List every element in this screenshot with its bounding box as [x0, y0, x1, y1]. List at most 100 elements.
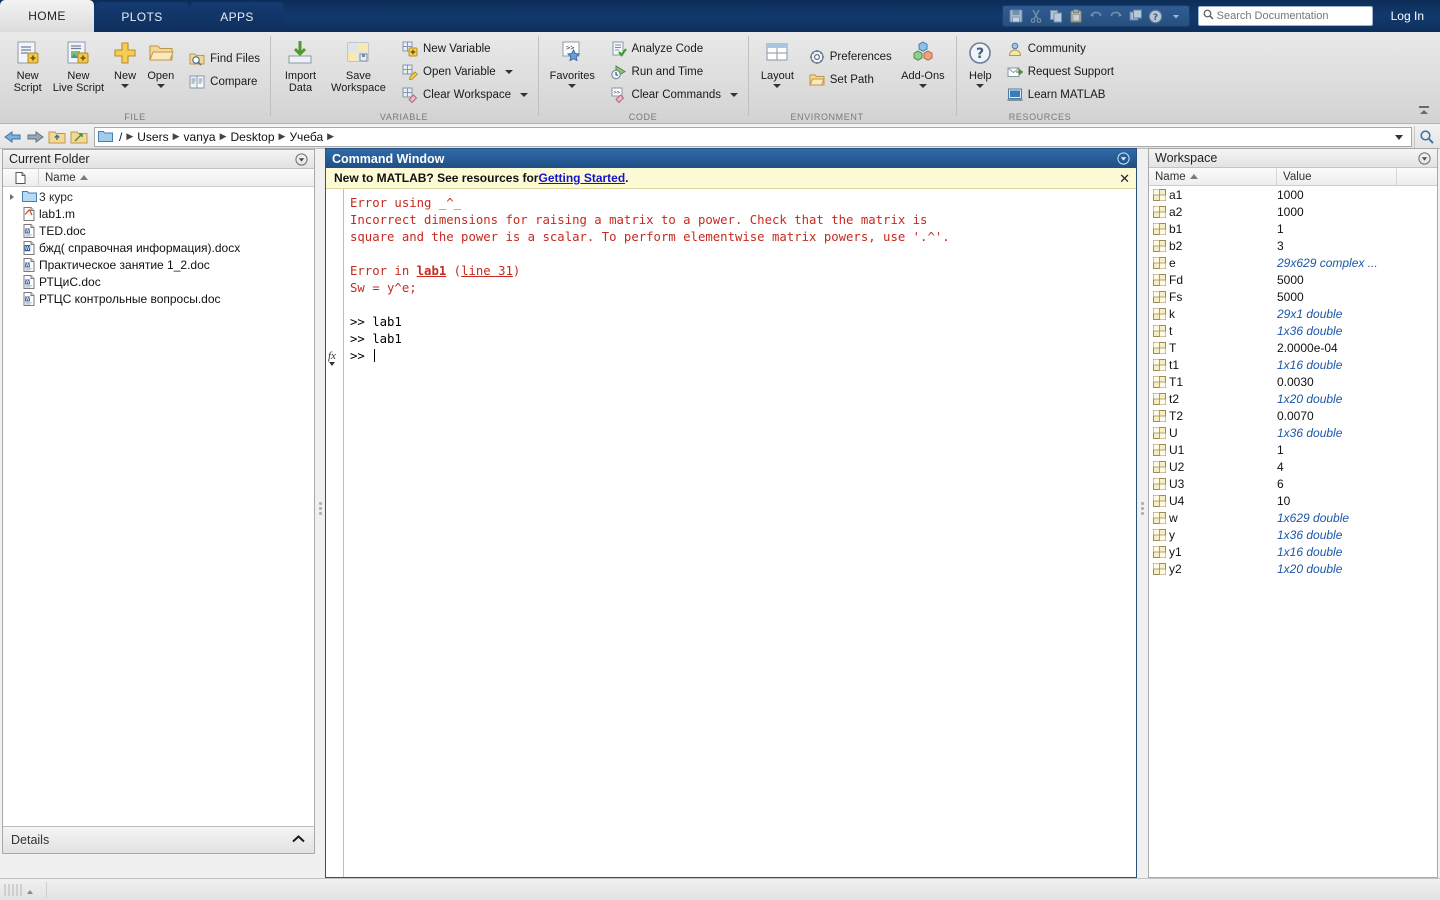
preferences-button[interactable]: Preferences — [805, 46, 896, 68]
find-files-button[interactable]: Find Files — [185, 48, 264, 70]
new-variable-button[interactable]: New Variable — [398, 38, 532, 60]
panel-dropdown-icon[interactable] — [1417, 151, 1431, 165]
expand-arrow-icon[interactable] — [5, 193, 19, 201]
table-row[interactable]: y21x20 double — [1149, 560, 1437, 577]
table-row[interactable]: e29x629 complex ... — [1149, 254, 1437, 271]
layout-button[interactable]: Layout — [754, 36, 801, 88]
breadcrumb-item-root[interactable]: / — [116, 130, 125, 144]
analyze-code-button[interactable]: Analyze Code — [607, 38, 742, 60]
table-row[interactable]: b23 — [1149, 237, 1437, 254]
error-line-number-link[interactable]: line 31 — [461, 264, 513, 278]
save-icon[interactable] — [1007, 7, 1025, 25]
table-row[interactable]: U36 — [1149, 475, 1437, 492]
list-item[interactable]: lab1.m — [3, 205, 314, 222]
save-workspace-button[interactable]: SaveWorkspace — [325, 36, 392, 94]
list-item[interactable]: 3 курс — [3, 188, 314, 205]
open-button[interactable]: Open — [143, 36, 180, 88]
set-path-button[interactable]: Set Path — [805, 69, 896, 91]
clear-commands-button[interactable]: >> Clear Commands — [607, 84, 742, 106]
table-row[interactable]: T20.0070 — [1149, 407, 1437, 424]
paste-icon[interactable] — [1067, 7, 1085, 25]
redo-icon[interactable] — [1107, 7, 1125, 25]
column-header-name[interactable]: Name — [1149, 168, 1277, 185]
minimize-ribbon-button[interactable] — [1414, 101, 1434, 121]
fx-icon[interactable]: fx — [328, 350, 336, 366]
list-item[interactable]: W Практическое занятие 1_2.doc — [3, 256, 314, 273]
table-row[interactable]: w1x629 double — [1149, 509, 1437, 526]
close-icon[interactable]: ✕ — [1119, 171, 1130, 187]
table-row[interactable]: t1x36 double — [1149, 322, 1437, 339]
add-ons-button[interactable]: Add-Ons — [896, 36, 950, 88]
up-one-level-icon[interactable] — [46, 126, 68, 148]
learn-matlab-button[interactable]: Learn MATLAB — [1003, 84, 1118, 106]
chevron-down-icon[interactable] — [730, 93, 738, 97]
favorites-button[interactable]: >> Favorites — [544, 36, 601, 88]
chevron-down-icon[interactable] — [919, 84, 927, 88]
switch-windows-icon[interactable] — [1127, 7, 1145, 25]
table-row[interactable]: y1x36 double — [1149, 526, 1437, 543]
table-row[interactable]: T2.0000e-04 — [1149, 339, 1437, 356]
tab-apps[interactable]: APPS — [190, 2, 284, 32]
panel-dropdown-icon[interactable] — [294, 152, 308, 166]
table-row[interactable]: a11000 — [1149, 186, 1437, 203]
table-row[interactable]: T10.0030 — [1149, 373, 1437, 390]
column-header-value[interactable]: Value — [1277, 168, 1397, 185]
breadcrumb-item-desktop[interactable]: Desktop — [227, 130, 277, 144]
table-row[interactable]: y11x16 double — [1149, 543, 1437, 560]
chevron-down-icon[interactable] — [157, 84, 165, 88]
getting-started-link[interactable]: Getting Started — [538, 171, 625, 185]
command-window-body[interactable]: fx Error using _^_ Incorrect dimensions … — [326, 189, 1136, 877]
command-window-output[interactable]: Error using _^_ Incorrect dimensions for… — [344, 189, 1136, 877]
login-button[interactable]: Log In — [1381, 5, 1434, 27]
chevron-up-icon[interactable] — [291, 833, 306, 847]
path-search-icon[interactable] — [1414, 126, 1438, 148]
chevron-down-icon[interactable] — [976, 84, 984, 88]
table-row[interactable]: U24 — [1149, 458, 1437, 475]
back-arrow-icon[interactable] — [2, 126, 24, 148]
command-prompt[interactable]: >> — [350, 349, 372, 363]
table-row[interactable]: b11 — [1149, 220, 1437, 237]
breadcrumb-item-ucheba[interactable]: Учеба — [286, 130, 326, 144]
chevron-down-icon[interactable] — [568, 84, 576, 88]
clear-workspace-button[interactable]: Clear Workspace — [398, 84, 532, 106]
chevron-down-icon[interactable] — [505, 70, 513, 74]
column-header-name[interactable]: Name — [39, 172, 88, 184]
table-row[interactable]: t11x16 double — [1149, 356, 1437, 373]
search-documentation-input[interactable]: Search Documentation — [1198, 6, 1373, 26]
chevron-down-icon[interactable] — [520, 93, 528, 97]
undo-icon[interactable] — [1087, 7, 1105, 25]
forward-arrow-icon[interactable] — [24, 126, 46, 148]
table-row[interactable]: U11 — [1149, 441, 1437, 458]
table-row[interactable]: U410 — [1149, 492, 1437, 509]
community-button[interactable]: Community — [1003, 38, 1118, 60]
breadcrumb-item-vanya[interactable]: vanya — [181, 130, 219, 144]
splitter-left[interactable] — [316, 500, 325, 526]
request-support-button[interactable]: Request Support — [1003, 61, 1118, 83]
browse-folder-icon[interactable] — [68, 126, 90, 148]
run-and-time-button[interactable]: Run and Time — [607, 61, 742, 83]
copy-icon[interactable] — [1047, 7, 1065, 25]
list-item[interactable]: W бжд( справочная информация).docx — [3, 239, 314, 256]
open-variable-button[interactable]: Open Variable — [398, 61, 532, 83]
new-button[interactable]: New — [108, 36, 143, 88]
details-bar[interactable]: Details — [3, 826, 314, 853]
breadcrumb-item-users[interactable]: Users — [134, 130, 171, 144]
import-data-button[interactable]: ImportData — [276, 36, 325, 94]
list-item[interactable]: W TED.doc — [3, 222, 314, 239]
list-item[interactable]: W РТЦС контрольные вопросы.doc — [3, 290, 314, 307]
help-button[interactable]: ? Help — [962, 36, 999, 88]
table-row[interactable]: Fs5000 — [1149, 288, 1437, 305]
new-live-script-button[interactable]: NewLive Script — [49, 36, 107, 94]
error-in-function-link[interactable]: lab1 — [417, 264, 447, 278]
table-row[interactable]: a21000 — [1149, 203, 1437, 220]
chevron-down-icon[interactable] — [773, 84, 781, 88]
list-item[interactable]: W РТЦиС.doc — [3, 273, 314, 290]
compare-button[interactable]: Compare — [185, 71, 264, 93]
tab-home[interactable]: HOME — [0, 0, 94, 32]
path-dropdown-icon[interactable] — [1390, 133, 1408, 141]
quick-access-dropdown-icon[interactable] — [1167, 7, 1185, 25]
chevron-down-icon[interactable] — [121, 84, 129, 88]
table-row[interactable]: k29x1 double — [1149, 305, 1437, 322]
table-row[interactable]: t21x20 double — [1149, 390, 1437, 407]
tab-plots[interactable]: PLOTS — [95, 2, 189, 32]
